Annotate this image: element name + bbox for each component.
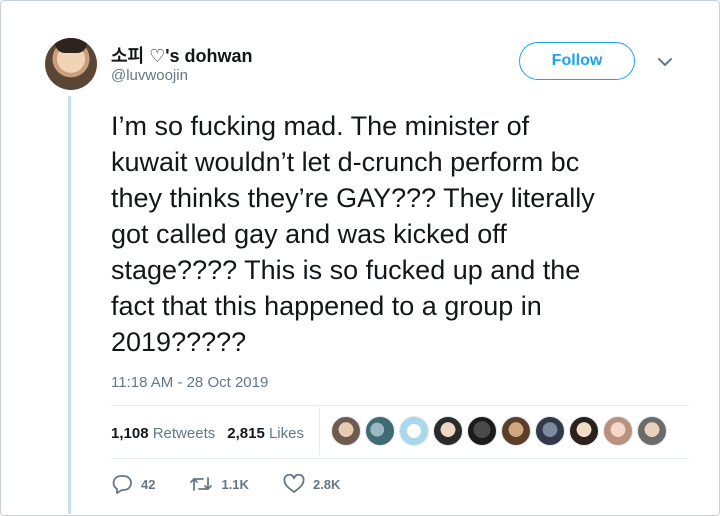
username[interactable]: @luvwoojin [111,67,188,84]
tweet-actions: 42 1.1K 2.8K [111,474,374,494]
stats-separator [319,407,320,455]
liker-avatar[interactable] [467,416,497,446]
liker-avatar[interactable] [603,416,633,446]
timestamp[interactable]: 11:18 AM - 28 Oct 2019 [111,374,268,391]
retweets-stat[interactable]: 1,108 Retweets [111,425,215,442]
display-name[interactable]: 소피 ♡'s dohwan [111,42,253,68]
liker-avatar[interactable] [501,416,531,446]
likers-avatars [331,416,667,446]
liker-avatar[interactable] [569,416,599,446]
liker-avatar[interactable] [365,416,395,446]
divider-bottom [111,458,689,459]
like-count: 2.8K [312,476,341,492]
likes-label: Likes [268,424,304,442]
retweet-icon [190,477,213,491]
tweet-text: I’m so fucking mad. The minister of kuwa… [111,111,595,357]
liker-avatar[interactable] [637,416,667,446]
engagement-stats: 1,108 Retweets 2,815 Likes [111,423,304,443]
retweet-count: 1.1K [221,476,249,492]
like-button[interactable]: 2.8K [283,474,340,494]
liker-avatar[interactable] [433,416,463,446]
liker-avatar[interactable] [535,416,565,446]
reply-count: 42 [141,476,156,492]
retweets-count: 1,108 [111,424,149,442]
divider-top [111,405,689,406]
avatar[interactable] [45,38,97,90]
liker-avatar[interactable] [331,416,361,446]
likes-count: 2,815 [227,424,265,442]
chevron-down-icon[interactable] [655,54,675,70]
reply-icon [112,475,132,494]
reply-button[interactable]: 42 [111,474,155,494]
follow-button[interactable]: Follow [519,42,635,80]
thread-line [68,96,71,514]
heart-icon [283,474,305,493]
retweet-button[interactable]: 1.1K [189,474,249,494]
retweets-label: Retweets [152,424,216,442]
liker-avatar[interactable] [399,416,429,446]
likes-stat[interactable]: 2,815 Likes [227,425,304,442]
